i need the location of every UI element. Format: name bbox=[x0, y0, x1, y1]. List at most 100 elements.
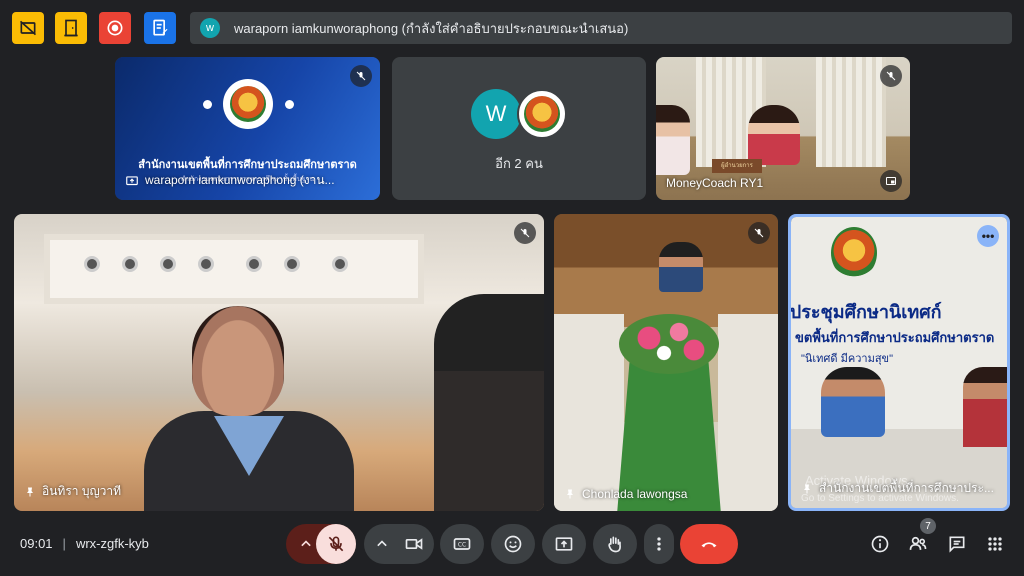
notes-icon bbox=[153, 19, 168, 36]
mic-off-icon bbox=[886, 71, 896, 81]
tile-name-label: อินทิรา บุญวาที bbox=[24, 482, 121, 501]
muted-indicator bbox=[514, 222, 536, 244]
apps-grid-icon bbox=[988, 537, 1002, 551]
divider: | bbox=[62, 536, 66, 551]
curtain bbox=[816, 57, 886, 167]
camera-control bbox=[364, 524, 434, 564]
reactions-button[interactable] bbox=[491, 524, 535, 564]
flower-arrangement bbox=[619, 314, 719, 374]
obec-emblem-logo bbox=[831, 227, 877, 279]
door-icon bbox=[64, 19, 78, 37]
people-icon bbox=[909, 536, 927, 550]
tile-others[interactable]: W อีก 2 คน bbox=[392, 57, 646, 200]
tile-chonlada[interactable]: Chonlada lawongsa bbox=[554, 214, 778, 511]
meeting-details-button[interactable] bbox=[868, 532, 892, 556]
meeting-code: wrx-zgfk-kyb bbox=[75, 536, 149, 551]
participant-video bbox=[748, 105, 800, 165]
participant-name: สำนักงานเขตพื้นที่การศึกษาประ... bbox=[819, 481, 994, 495]
ceiling-light bbox=[122, 256, 138, 272]
slide-dot bbox=[285, 100, 294, 109]
tile-name-label: สำนักงานเขตพื้นที่การศึกษาประ... bbox=[801, 479, 994, 498]
clock-time: 09:01 bbox=[20, 536, 53, 551]
presenter-banner: w waraporn iamkunworaphong (กำลังใส่คำอธ… bbox=[190, 12, 1012, 44]
raise-hand-button[interactable] bbox=[593, 524, 637, 564]
hand-icon bbox=[608, 536, 621, 553]
tile-more-options-button[interactable]: ••• bbox=[977, 225, 999, 247]
participant-video bbox=[821, 367, 885, 437]
obec-emblem-logo bbox=[222, 79, 273, 129]
ceiling-light bbox=[284, 256, 300, 272]
breakout-rooms-button[interactable] bbox=[55, 12, 87, 44]
participant-video bbox=[434, 294, 544, 511]
ceiling-light bbox=[246, 256, 262, 272]
ceiling-light bbox=[332, 256, 348, 272]
chevron-up-icon bbox=[377, 540, 387, 547]
tile-featured-participant[interactable]: อินทิรา บุญวาที bbox=[14, 214, 544, 511]
leave-call-button[interactable] bbox=[680, 524, 738, 564]
ceiling-light bbox=[84, 256, 100, 272]
people-count-badge: 7 bbox=[920, 518, 936, 534]
activities-button[interactable] bbox=[983, 532, 1007, 556]
participant-video bbox=[144, 306, 354, 511]
chat-icon bbox=[949, 536, 965, 553]
tile-presentation[interactable]: สำนักงานเขตพื้นที่การศึกษาประถมศึกษาตราด… bbox=[115, 57, 380, 200]
closed-captions-icon: CC bbox=[453, 538, 471, 550]
tile-name-label: Chonlada lawongsa bbox=[564, 487, 687, 501]
emoji-icon bbox=[504, 535, 522, 553]
chevron-up-icon bbox=[301, 540, 311, 547]
pin-icon bbox=[567, 489, 573, 499]
svg-text:CC: CC bbox=[458, 543, 466, 549]
desk-nameplate: ผู้อำนวยการ bbox=[712, 159, 762, 173]
people-button[interactable] bbox=[906, 532, 930, 556]
poster-heading: งประชุมศึกษานิเทศก์ bbox=[788, 302, 942, 322]
notes-button[interactable] bbox=[144, 12, 176, 44]
slide-dot bbox=[203, 100, 212, 109]
videocam-icon bbox=[405, 538, 423, 550]
mic-off-icon bbox=[356, 71, 366, 81]
pin-icon bbox=[804, 484, 810, 493]
more-participants-label: อีก 2 คน bbox=[495, 156, 543, 171]
picture-in-picture-icon bbox=[886, 177, 896, 185]
mic-off-icon bbox=[520, 228, 530, 238]
ceiling-light bbox=[160, 256, 176, 272]
participant-name: waraporn iamkunworaphong (งาน... bbox=[145, 173, 335, 187]
record-icon bbox=[107, 20, 123, 36]
tile-moneycoach[interactable]: ผู้อำนวยการ MoneyCoach RY1 bbox=[656, 57, 910, 200]
pin-icon bbox=[27, 487, 33, 496]
more-horiz-icon: ••• bbox=[981, 229, 995, 243]
ceiling-light bbox=[198, 256, 214, 272]
participant-avatar: W bbox=[471, 89, 521, 139]
chat-button[interactable] bbox=[945, 532, 969, 556]
present-to-all-icon bbox=[555, 537, 573, 551]
muted-indicator bbox=[350, 65, 372, 87]
call-end-icon bbox=[701, 542, 717, 548]
audio-options-button[interactable] bbox=[296, 534, 316, 554]
meeting-info: 09:01 | wrx-zgfk-kyb bbox=[20, 536, 149, 551]
toggle-microphone-button[interactable] bbox=[316, 524, 356, 564]
participant-video bbox=[963, 367, 1007, 447]
captions-off-button[interactable] bbox=[12, 12, 44, 44]
presenter-avatar: w bbox=[200, 18, 220, 38]
meeting-table bbox=[554, 314, 624, 511]
captions-off-icon bbox=[19, 20, 37, 36]
present-now-button[interactable] bbox=[542, 524, 586, 564]
tile-office[interactable]: งประชุมศึกษานิเทศก์ ขตพื้นที่การศึกษาประ… bbox=[788, 214, 1010, 511]
more-options-button[interactable] bbox=[644, 524, 674, 564]
toggle-camera-button[interactable] bbox=[402, 534, 426, 554]
mic-off-icon bbox=[328, 536, 344, 552]
info-icon bbox=[871, 535, 889, 553]
pip-button[interactable] bbox=[880, 170, 902, 192]
captions-button[interactable]: CC bbox=[440, 524, 484, 564]
participant-name: Chonlada lawongsa bbox=[582, 487, 688, 501]
more-vert-icon bbox=[657, 537, 661, 551]
video-options-button[interactable] bbox=[372, 534, 392, 554]
muted-indicator bbox=[748, 222, 770, 244]
participant-video bbox=[659, 242, 703, 292]
tile-name-label: waraporn iamkunworaphong (งาน... bbox=[125, 171, 335, 190]
microphone-control bbox=[286, 524, 356, 564]
poster-slogan: "นิเทศดี มีความสุข" bbox=[801, 353, 893, 365]
present-screen-icon bbox=[126, 175, 138, 185]
meeting-table bbox=[718, 314, 778, 511]
recording-button[interactable] bbox=[99, 12, 131, 44]
poster-subheading: ขตพื้นที่การศึกษาประถมศึกษาตราด bbox=[795, 330, 995, 345]
